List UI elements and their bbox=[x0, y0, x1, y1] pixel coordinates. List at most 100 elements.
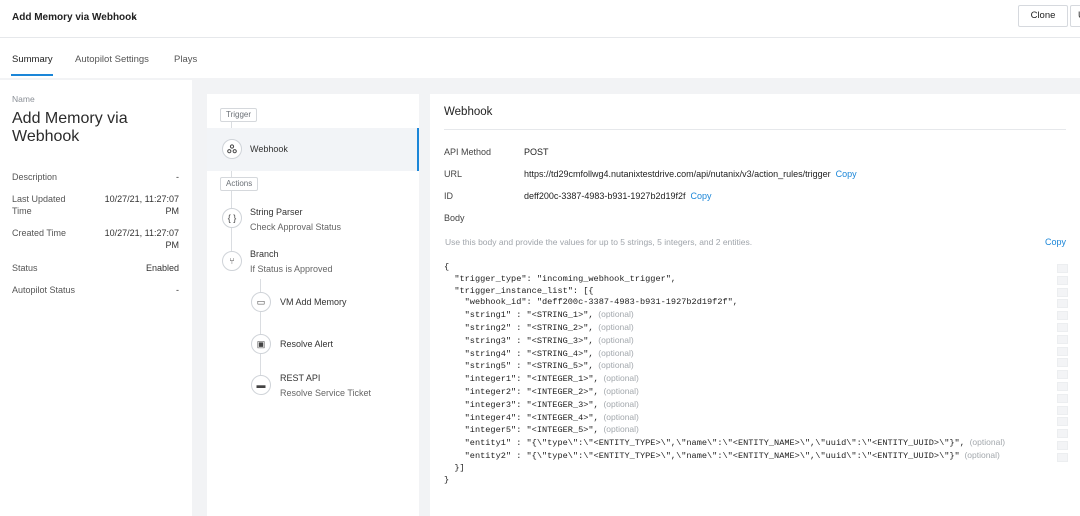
gutter-cell bbox=[1057, 370, 1068, 380]
autopilot-status-value: - bbox=[176, 285, 179, 295]
status-label: Status bbox=[12, 263, 38, 273]
code-text: "integer4": "<INTEGER_4>", bbox=[444, 412, 599, 423]
webhook-details-panel: Webhook API Method POST URL https://td29… bbox=[430, 94, 1080, 516]
url-label: URL bbox=[444, 169, 463, 179]
last-updated-value: 10/27/21, 11:27:07 PM bbox=[104, 194, 179, 216]
code-text: "webhook_id": "deff200c-3387-4983-b931-1… bbox=[444, 297, 738, 308]
gutter-cell bbox=[1057, 346, 1068, 356]
body-hint: Use this body and provide the values for… bbox=[445, 237, 753, 247]
chevron-down-icon[interactable]: ⌄ bbox=[131, 12, 138, 21]
branch-icon: ⑂ bbox=[222, 251, 242, 271]
active-tab-indicator bbox=[11, 74, 53, 76]
optional-tag: (optional) bbox=[593, 321, 634, 332]
optional-tag: (optional) bbox=[593, 309, 634, 320]
code-line: "entity2" : "{\"type\":\"<ENTITY_TYPE>\"… bbox=[444, 450, 1049, 463]
playbook-flow: Trigger Webhook Actions { } String Parse… bbox=[207, 94, 419, 516]
tab-autopilot-settings[interactable]: Autopilot Settings bbox=[75, 54, 149, 65]
optional-tag: (optional) bbox=[593, 347, 634, 358]
webhook-icon bbox=[222, 139, 242, 159]
code-line: "string5" : "<STRING_5>", (optional) bbox=[444, 360, 1049, 373]
panel-title: Webhook bbox=[444, 106, 493, 118]
code-text: "string5" : "<STRING_5>", bbox=[444, 361, 594, 372]
code-text: "entity1" : "{\"type\":\"<ENTITY_TYPE>\"… bbox=[444, 438, 965, 449]
code-line: "string3" : "<STRING_3>", (optional) bbox=[444, 335, 1049, 348]
code-line: "string2" : "<STRING_2>", (optional) bbox=[444, 322, 1049, 335]
url-value: https://td29cmfollwg4.nutanixtestdrive.c… bbox=[524, 169, 831, 179]
copy-id-button[interactable]: Copy bbox=[690, 191, 711, 201]
code-line: "trigger_instance_list": [{ bbox=[444, 286, 1049, 298]
code-text: "string1" : "<STRING_1>", bbox=[444, 310, 594, 321]
rest-api-icon: ▬ bbox=[251, 375, 271, 395]
body-label: Body bbox=[444, 213, 465, 223]
id-value: deff200c-3387-4983-b931-1927b2d19f2f bbox=[524, 191, 686, 201]
code-text: "integer2": "<INTEGER_2>", bbox=[444, 386, 599, 397]
gutter-cell bbox=[1057, 299, 1068, 309]
optional-tag: (optional) bbox=[598, 424, 639, 435]
last-updated-label: Last Updated Time bbox=[12, 194, 66, 216]
code-line: { bbox=[444, 262, 1049, 274]
code-line: "integer3": "<INTEGER_3>", (optional) bbox=[444, 399, 1049, 412]
gutter-cell bbox=[1057, 405, 1068, 415]
action-title: VM Add Memory bbox=[280, 297, 347, 307]
gutter-cell bbox=[1057, 393, 1068, 403]
action-subtitle: Check Approval Status bbox=[250, 222, 342, 232]
code-line: } bbox=[444, 475, 1049, 487]
code-line: "integer5": "<INTEGER_5>", (optional) bbox=[444, 424, 1049, 437]
line-gutter bbox=[1057, 264, 1069, 465]
optional-tag: (optional) bbox=[598, 373, 639, 384]
trigger-webhook-node[interactable]: Webhook bbox=[207, 128, 419, 171]
gutter-cell bbox=[1057, 322, 1068, 332]
optional-tag: (optional) bbox=[598, 398, 639, 409]
trigger-title: Webhook bbox=[250, 144, 288, 154]
code-text: "string2" : "<STRING_2>", bbox=[444, 322, 594, 333]
copy-url-button[interactable]: Copy bbox=[836, 169, 857, 179]
alert-clipboard-icon: ▣ bbox=[251, 334, 271, 354]
code-line: "webhook_id": "deff200c-3387-4983-b931-1… bbox=[444, 297, 1049, 309]
action-title: String Parser bbox=[250, 207, 303, 217]
page-title[interactable]: Add Memory via Webhook bbox=[12, 12, 137, 23]
code-text: "integer5": "<INTEGER_5>", bbox=[444, 425, 599, 436]
code-line: "entity1" : "{\"type\":\"<ENTITY_TYPE>\"… bbox=[444, 437, 1049, 450]
body-code-block[interactable]: { "trigger_type": "incoming_webhook_trig… bbox=[444, 262, 1049, 486]
tab-summary[interactable]: Summary bbox=[12, 54, 53, 65]
code-text: "string4" : "<STRING_4>", bbox=[444, 348, 594, 359]
status-value: Enabled bbox=[145, 263, 179, 273]
optional-tag: (optional) bbox=[598, 411, 639, 422]
tab-plays[interactable]: Plays bbox=[174, 54, 197, 65]
gutter-cell bbox=[1057, 417, 1068, 427]
action-subtitle: Resolve Service Ticket bbox=[280, 388, 372, 398]
optional-tag: (optional) bbox=[593, 334, 634, 345]
code-text: "trigger_instance_list": [{ bbox=[444, 285, 594, 296]
brackets-icon: { } bbox=[222, 208, 242, 228]
api-method-value: POST bbox=[524, 147, 549, 157]
code-line: "trigger_type": "incoming_webhook_trigge… bbox=[444, 274, 1049, 286]
id-row: deff200c-3387-4983-b931-1927b2d19f2f Copy bbox=[524, 191, 712, 201]
summary-panel: Name Add Memory via Webhook Description … bbox=[0, 80, 192, 516]
clone-button[interactable]: Clone bbox=[1018, 5, 1068, 27]
gutter-cell bbox=[1057, 264, 1068, 273]
gutter-cell bbox=[1057, 358, 1068, 368]
gutter-cell bbox=[1057, 429, 1068, 439]
copy-body-button[interactable]: Copy bbox=[1045, 237, 1066, 247]
playbook-name: Add Memory via Webhook bbox=[12, 110, 128, 145]
code-text: "entity2" : "{\"type\":\"<ENTITY_TYPE>\"… bbox=[444, 450, 960, 461]
optional-tag: (optional) bbox=[593, 360, 634, 371]
update-button[interactable]: U bbox=[1070, 5, 1080, 27]
divider bbox=[444, 129, 1066, 130]
code-line: "string1" : "<STRING_1>", (optional) bbox=[444, 309, 1049, 322]
api-method-label: API Method bbox=[444, 147, 492, 157]
gutter-cell bbox=[1057, 334, 1068, 344]
code-text: { bbox=[444, 262, 450, 272]
code-line: "integer1": "<INTEGER_1>", (optional) bbox=[444, 373, 1049, 386]
gutter-cell bbox=[1057, 381, 1068, 391]
code-text: } bbox=[444, 474, 450, 485]
code-line: }] bbox=[444, 463, 1049, 475]
tab-bar: Summary Autopilot Settings Plays bbox=[0, 38, 1080, 78]
optional-tag: (optional) bbox=[598, 385, 639, 396]
gutter-cell bbox=[1057, 452, 1068, 462]
code-text: "string3" : "<STRING_3>", bbox=[444, 335, 594, 346]
description-label: Description bbox=[12, 172, 58, 182]
actions-section-label: Actions bbox=[220, 177, 259, 191]
gutter-cell bbox=[1057, 440, 1068, 450]
description-value: - bbox=[176, 172, 179, 182]
